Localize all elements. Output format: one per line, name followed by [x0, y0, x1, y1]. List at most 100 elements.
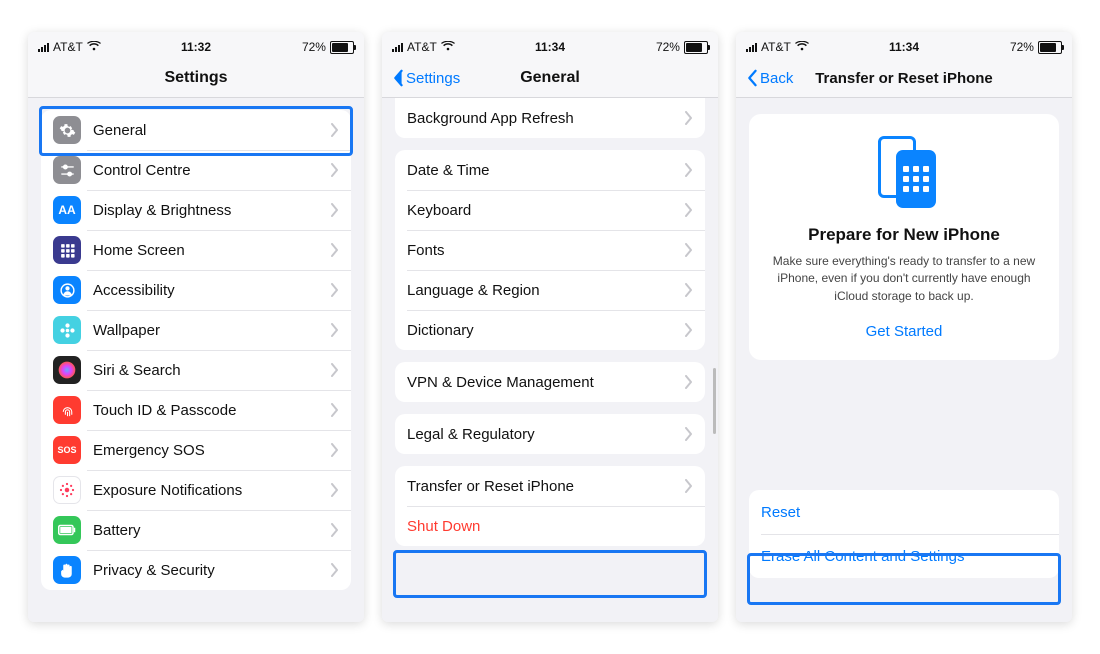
row-label: General: [93, 122, 331, 139]
row-label: Wallpaper: [93, 322, 331, 339]
chevron-right-icon: [331, 403, 339, 417]
chevron-right-icon: [331, 363, 339, 377]
chevron-right-icon: [685, 203, 693, 217]
chevron-right-icon: [331, 123, 339, 137]
back-button[interactable]: Back: [746, 69, 793, 87]
settings-row-siri-search[interactable]: Siri & Search: [41, 350, 351, 390]
nav-bar: Back Transfer or Reset iPhone: [736, 59, 1072, 98]
row-label: Exposure Notifications: [93, 482, 331, 499]
card-body: Make sure everything's ready to transfer…: [769, 253, 1039, 305]
page-title: Settings: [28, 69, 364, 87]
reset-row[interactable]: Reset: [749, 490, 1059, 534]
carrier-label: AT&T: [407, 40, 437, 54]
carrier-label: AT&T: [761, 40, 791, 54]
status-bar: AT&T 11:34 72%: [736, 32, 1072, 59]
battery-icon: [684, 41, 708, 54]
row-label: Keyboard: [407, 202, 685, 219]
row-label: Dictionary: [407, 322, 685, 339]
status-bar: AT&T 11:34 72%: [382, 32, 718, 59]
screen-general: AT&T 11:34 72% Settings General Backgrou…: [382, 32, 718, 622]
row-date-time[interactable]: Date & Time: [395, 150, 705, 190]
row-label: Control Centre: [93, 162, 331, 179]
wifi-icon: [87, 40, 101, 54]
row-label: Legal & Regulatory: [407, 426, 685, 443]
battery-pct: 72%: [302, 40, 326, 54]
battery-icon: [1038, 41, 1062, 54]
chevron-right-icon: [685, 243, 693, 257]
chevron-right-icon: [331, 523, 339, 537]
hand-icon: [53, 556, 81, 584]
row-keyboard[interactable]: Keyboard: [395, 190, 705, 230]
phones-icon: [868, 136, 940, 208]
settings-row-wallpaper[interactable]: Wallpaper: [41, 310, 351, 350]
back-label: Back: [760, 70, 793, 87]
chevron-right-icon: [331, 443, 339, 457]
settings-row-general[interactable]: General: [41, 110, 351, 150]
row-label: Battery: [93, 522, 331, 539]
carrier-label: AT&T: [53, 40, 83, 54]
settings-row-battery[interactable]: Battery: [41, 510, 351, 550]
reset-label: Reset: [761, 504, 1047, 521]
nav-bar: Settings: [28, 59, 364, 98]
screen-transfer-reset: AT&T 11:34 72% Back Transfer or Reset iP…: [736, 32, 1072, 622]
row-legal-regulatory[interactable]: Legal & Regulatory: [395, 414, 705, 454]
battery-pct: 72%: [656, 40, 680, 54]
signal-icon: [746, 42, 757, 52]
row-label: Accessibility: [93, 282, 331, 299]
grid-icon: [53, 236, 81, 264]
chevron-right-icon: [685, 375, 693, 389]
wifi-icon: [441, 40, 455, 54]
chevron-right-icon: [685, 111, 693, 125]
gear-icon: [53, 116, 81, 144]
chevron-right-icon: [685, 283, 693, 297]
row-dictionary[interactable]: Dictionary: [395, 310, 705, 350]
general-list[interactable]: Background App Refresh Date & Time Keyboa…: [382, 98, 718, 622]
settings-row-touch-id-passcode[interactable]: Touch ID & Passcode: [41, 390, 351, 430]
chevron-right-icon: [685, 479, 693, 493]
settings-row-control-centre[interactable]: Control Centre: [41, 150, 351, 190]
settings-row-emergency-sos[interactable]: SOSEmergency SOS: [41, 430, 351, 470]
row-label: Transfer or Reset iPhone: [407, 478, 685, 495]
battery-icon: [53, 516, 81, 544]
status-bar: AT&T 11:32 72%: [28, 32, 364, 59]
get-started-link[interactable]: Get Started: [769, 319, 1039, 344]
row-background-app-refresh[interactable]: Background App Refresh: [395, 98, 705, 138]
row-shut-down[interactable]: Shut Down: [395, 506, 705, 546]
chevron-right-icon: [331, 163, 339, 177]
erase-label: Erase All Content and Settings: [761, 548, 1047, 565]
row-fonts[interactable]: Fonts: [395, 230, 705, 270]
battery-pct: 72%: [1010, 40, 1034, 54]
clock: 11:34: [497, 40, 602, 54]
settings-row-home-screen[interactable]: Home Screen: [41, 230, 351, 270]
chevron-right-icon: [331, 563, 339, 577]
transfer-content: Prepare for New iPhone Make sure everyth…: [736, 98, 1072, 622]
back-button[interactable]: Settings: [392, 69, 460, 87]
erase-row[interactable]: Erase All Content and Settings: [749, 534, 1059, 578]
chevron-right-icon: [685, 163, 693, 177]
row-label: VPN & Device Management: [407, 374, 685, 391]
highlight-transfer-reset: [393, 550, 707, 598]
sliders-icon: [53, 156, 81, 184]
row-vpn-device-management[interactable]: VPN & Device Management: [395, 362, 705, 402]
prepare-card: Prepare for New iPhone Make sure everyth…: [749, 114, 1059, 360]
settings-list[interactable]: General Control Centre AA Display & Brightn…: [28, 98, 364, 622]
row-language-region[interactable]: Language & Region: [395, 270, 705, 310]
settings-row-accessibility[interactable]: Accessibility: [41, 270, 351, 310]
chevron-right-icon: [685, 427, 693, 441]
row-label: Shut Down: [407, 518, 693, 535]
row-label: Background App Refresh: [407, 110, 685, 127]
clock: 11:32: [143, 40, 248, 54]
row-transfer-or-reset-iphone[interactable]: Transfer or Reset iPhone: [395, 466, 705, 506]
row-label: Date & Time: [407, 162, 685, 179]
settings-row-privacy-security[interactable]: Privacy & Security: [41, 550, 351, 590]
AA-icon: AA: [53, 196, 81, 224]
settings-row-exposure-notifications[interactable]: Exposure Notifications: [41, 470, 351, 510]
siri-icon: [53, 356, 81, 384]
row-label: Language & Region: [407, 282, 685, 299]
row-label: Fonts: [407, 242, 685, 259]
row-label: Touch ID & Passcode: [93, 402, 331, 419]
scrollbar[interactable]: [713, 368, 716, 434]
chevron-right-icon: [331, 243, 339, 257]
row-label: Display & Brightness: [93, 202, 331, 219]
settings-row-display-brightness[interactable]: AA Display & Brightness: [41, 190, 351, 230]
